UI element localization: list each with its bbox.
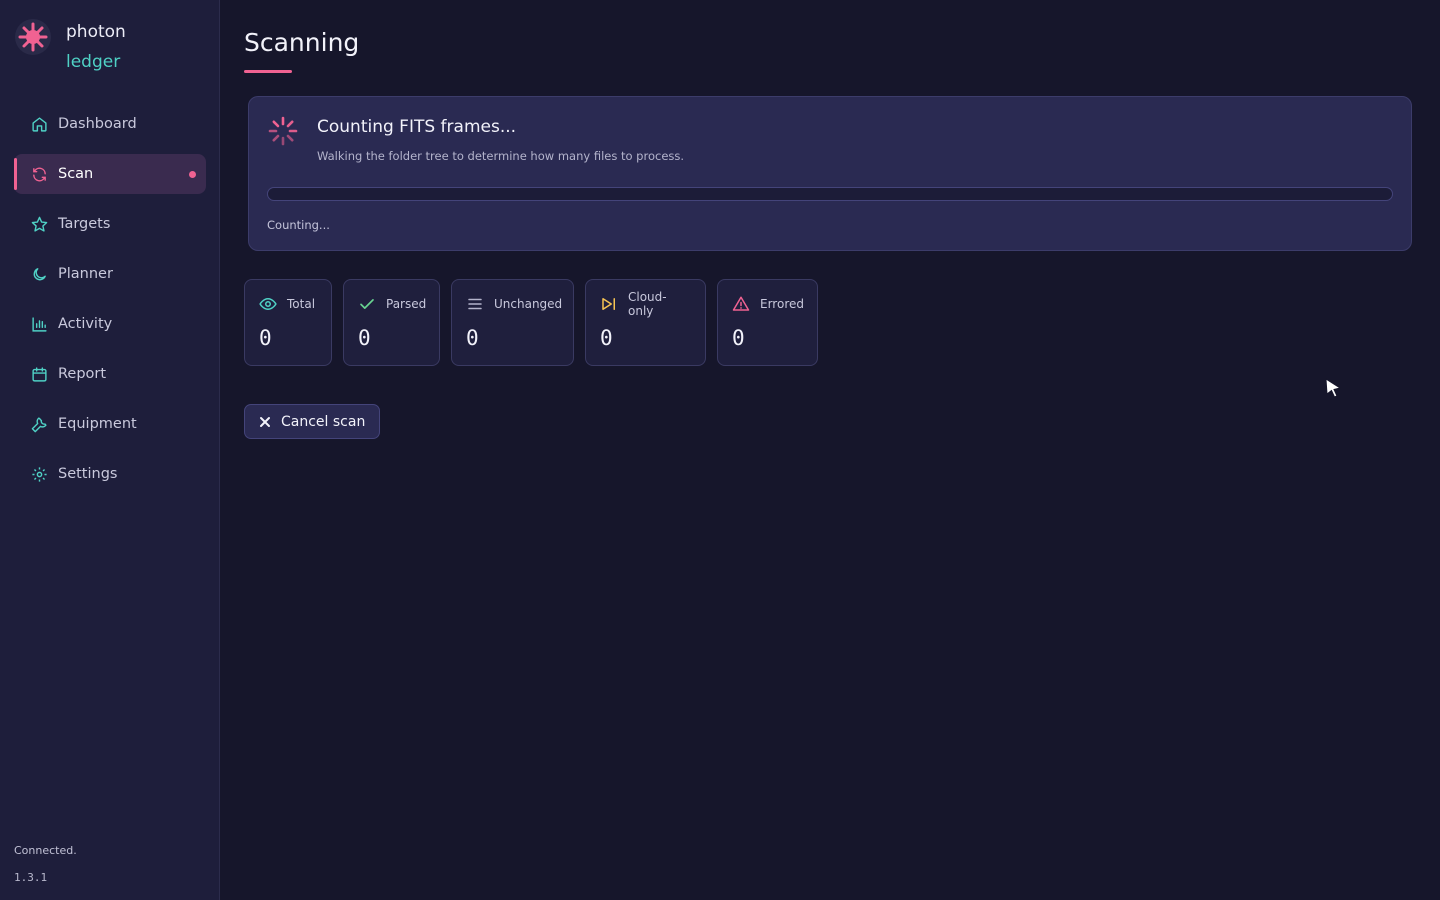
refresh-icon xyxy=(30,165,48,183)
star-icon xyxy=(30,215,48,233)
cancel-scan-button[interactable]: Cancel scan xyxy=(244,404,381,439)
calendar-icon xyxy=(30,365,48,383)
stat-value: 0 xyxy=(466,326,479,350)
scan-status-text: Counting... xyxy=(267,218,330,232)
skip-forward-icon xyxy=(600,295,618,313)
gear-icon xyxy=(30,465,48,483)
stat-value: 0 xyxy=(600,326,613,350)
active-indicator-dot xyxy=(189,171,196,178)
app-window: photon ledger Dashboard Scan Targets Pla… xyxy=(0,0,1440,900)
sidebar: photon ledger Dashboard Scan Targets Pla… xyxy=(0,0,220,900)
scan-heading: Counting FITS frames... xyxy=(317,117,517,137)
connection-status: Connected. xyxy=(14,844,77,857)
stat-card-cloud-only: Cloud-only 0 xyxy=(585,279,706,366)
home-icon xyxy=(30,115,48,133)
cancel-scan-label: Cancel scan xyxy=(281,413,366,430)
stat-value: 0 xyxy=(732,326,745,350)
sidebar-item-settings[interactable]: Settings xyxy=(14,454,206,494)
sidebar-item-label: Planner xyxy=(58,266,113,282)
stat-card-total: Total 0 xyxy=(244,279,332,366)
stat-card-parsed: Parsed 0 xyxy=(343,279,440,366)
scan-stats: Total 0 Parsed 0 Unchanged 0 Cloud-only … xyxy=(244,279,829,366)
stat-label: Errored xyxy=(760,297,804,311)
sidebar-item-activity[interactable]: Activity xyxy=(14,304,206,344)
stat-card-unchanged: Unchanged 0 xyxy=(451,279,574,366)
brand[interactable]: photon ledger xyxy=(14,16,126,79)
scan-progress-card: Counting FITS frames... Walking the fold… xyxy=(248,96,1412,251)
bar-chart-icon xyxy=(30,315,48,333)
scan-subtitle: Walking the folder tree to determine how… xyxy=(317,149,685,163)
sidebar-footer: Connected. 1.3.1 xyxy=(14,844,77,884)
check-icon xyxy=(358,295,376,313)
spinner-icon xyxy=(267,115,299,147)
stat-label: Cloud-only xyxy=(628,290,667,318)
stat-card-errored: Errored 0 xyxy=(717,279,818,366)
sidebar-item-label: Dashboard xyxy=(58,116,137,132)
page-title: Scanning xyxy=(244,28,360,57)
sidebar-item-targets[interactable]: Targets xyxy=(14,204,206,244)
close-icon xyxy=(259,416,271,428)
stat-label: Parsed xyxy=(386,297,427,311)
sidebar-item-label: Targets xyxy=(58,216,111,232)
sidebar-item-label: Equipment xyxy=(58,416,137,432)
brand-name: photon xyxy=(66,22,126,42)
sidebar-item-label: Settings xyxy=(58,466,118,482)
sidebar-item-planner[interactable]: Planner xyxy=(14,254,206,294)
alert-triangle-icon xyxy=(732,295,750,313)
stat-value: 0 xyxy=(358,326,371,350)
sidebar-item-scan[interactable]: Scan xyxy=(14,154,206,194)
mouse-cursor-icon xyxy=(1324,378,1342,398)
eye-icon xyxy=(259,295,277,313)
sidebar-item-label: Activity xyxy=(58,316,113,332)
wrench-icon xyxy=(30,415,48,433)
stat-label: Total xyxy=(287,297,316,311)
stat-value: 0 xyxy=(259,326,272,350)
list-icon xyxy=(466,295,484,313)
sidebar-item-report[interactable]: Report xyxy=(14,354,206,394)
sidebar-item-dashboard[interactable]: Dashboard xyxy=(14,104,206,144)
sidebar-item-label: Scan xyxy=(58,166,94,182)
sidebar-nav: Dashboard Scan Targets Planner Activity … xyxy=(14,104,206,504)
moon-icon xyxy=(30,265,48,283)
sidebar-item-label: Report xyxy=(58,366,107,382)
sidebar-item-equipment[interactable]: Equipment xyxy=(14,404,206,444)
app-version: 1.3.1 xyxy=(14,871,48,884)
starburst-logo-icon xyxy=(14,18,52,56)
stat-label: Unchanged xyxy=(494,297,563,311)
title-underline xyxy=(244,70,292,73)
brand-subname: ledger xyxy=(66,52,121,72)
main-content: Scanning Counting FITS frames... Walking… xyxy=(220,0,1440,900)
scan-progress-bar xyxy=(267,187,1393,201)
